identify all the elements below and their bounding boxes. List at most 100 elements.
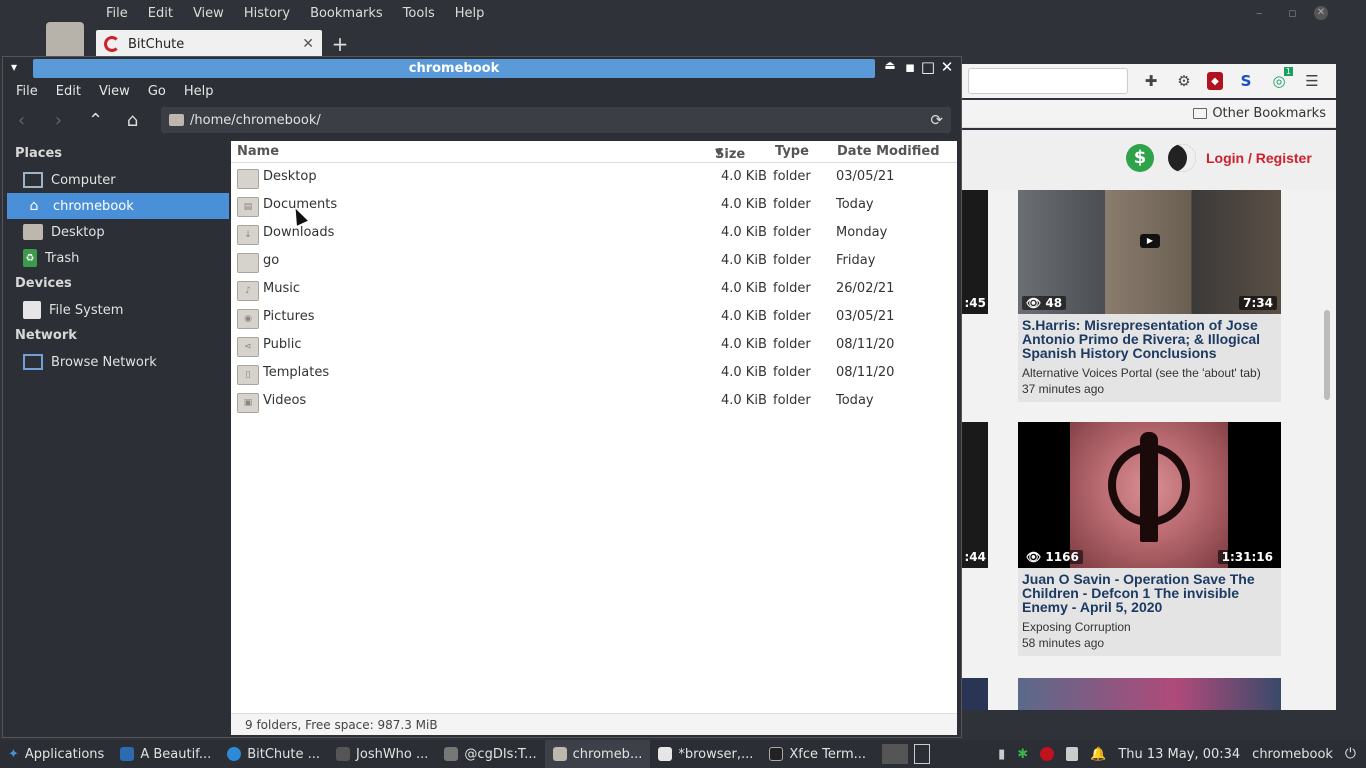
close-icon[interactable]: ✕ bbox=[938, 58, 956, 76]
fm-sidebar: Places Computer ⌂ chromebook Desktop ♻ T… bbox=[7, 141, 229, 735]
video-channel[interactable]: Alternative Voices Portal (see the 'abou… bbox=[1018, 360, 1281, 380]
file-row[interactable]: ▤ Documents 4.0 KiB folder Today bbox=[231, 191, 957, 219]
video-thumbnail[interactable]: 👁 1166 1:31:16 bbox=[1018, 422, 1281, 568]
video-title[interactable]: S.Harris: Misrepresentation of Jose Anto… bbox=[1018, 314, 1281, 360]
video-views: 👁 48 bbox=[1022, 296, 1067, 310]
battery-icon[interactable] bbox=[1066, 747, 1079, 761]
partial-video-thumbnail[interactable]: :45 bbox=[962, 190, 988, 314]
taskbar-item[interactable]: BitChute ... bbox=[219, 740, 328, 768]
fm-menu-go[interactable]: Go bbox=[139, 84, 175, 99]
location-path[interactable]: /home/chromebook/ bbox=[190, 113, 321, 128]
url-bar[interactable] bbox=[968, 68, 1128, 94]
roll-up-icon[interactable]: ⏏ bbox=[881, 58, 899, 72]
refresh-icon[interactable]: ⟳ bbox=[930, 111, 943, 129]
video-title[interactable]: Juan O Savin - Operation Save The Childr… bbox=[1018, 568, 1281, 614]
computer-icon bbox=[23, 172, 43, 188]
browser-menu-edit[interactable]: Edit bbox=[138, 0, 183, 28]
file-type: folder bbox=[773, 337, 811, 352]
file-row[interactable]: go 4.0 KiB folder Friday bbox=[231, 247, 957, 275]
hamburger-menu-icon[interactable]: ☰ bbox=[1302, 71, 1322, 91]
taskbar-item[interactable]: JoshWho ... bbox=[328, 740, 436, 768]
settings-gear-icon[interactable]: ⚙ bbox=[1174, 71, 1194, 91]
window-menu-icon[interactable]: ▾ bbox=[11, 60, 17, 74]
browser-maximize-icon[interactable]: ▫ bbox=[1288, 6, 1297, 21]
tab-bitchute[interactable]: BitChute ✕ bbox=[96, 30, 322, 58]
sidebar-item-desktop[interactable]: Desktop bbox=[7, 219, 229, 245]
video-card[interactable] bbox=[1018, 678, 1281, 710]
column-type[interactable]: Type bbox=[775, 144, 809, 159]
record-icon[interactable] bbox=[1040, 747, 1055, 761]
extension-badge-icon[interactable]: ◎ 1 bbox=[1269, 67, 1293, 91]
login-register-link[interactable]: Login / Register bbox=[1206, 150, 1312, 166]
sidebar-item-trash[interactable]: ♻ Trash bbox=[7, 245, 229, 271]
fm-menu-help[interactable]: Help bbox=[175, 84, 223, 99]
notification-bell-icon[interactable]: 🔔 bbox=[1090, 747, 1106, 762]
workspace-2[interactable] bbox=[914, 744, 931, 764]
minimize-icon[interactable]: ▪ bbox=[901, 58, 919, 76]
video-channel[interactable]: Exposing Corruption bbox=[1018, 614, 1281, 634]
workspace-1[interactable] bbox=[882, 744, 909, 764]
new-tab-button[interactable]: + bbox=[322, 32, 358, 56]
taskbar-item[interactable]: *browser,... bbox=[650, 740, 761, 768]
file-row[interactable]: ▣ Videos 4.0 KiB folder Today bbox=[231, 387, 957, 415]
fm-menu-view[interactable]: View bbox=[90, 84, 139, 99]
taskbar-item[interactable]: Xfce Term... bbox=[761, 740, 874, 768]
browser-minimize-icon[interactable]: – bbox=[1256, 6, 1263, 21]
tab-close-icon[interactable]: ✕ bbox=[302, 36, 314, 52]
browser-menu-view[interactable]: View bbox=[183, 0, 234, 28]
partial-video-thumbnail[interactable]: :44 bbox=[962, 422, 988, 568]
forward-arrow-icon[interactable]: › bbox=[40, 105, 77, 135]
video-card[interactable]: 👁 1166 1:31:16 Juan O Savin - Operation … bbox=[1018, 422, 1281, 656]
clock[interactable]: Thu 13 May, 00:34 bbox=[1118, 747, 1240, 762]
browser-menu-help[interactable]: Help bbox=[445, 0, 495, 28]
sidebar-item-computer[interactable]: Computer bbox=[7, 167, 229, 193]
music-folder-icon: ♪ bbox=[237, 281, 259, 301]
browser-menu-tools[interactable]: Tools bbox=[393, 0, 445, 28]
other-bookmarks-link[interactable]: Other Bookmarks bbox=[1212, 106, 1326, 121]
location-bar[interactable]: /home/chromebook/ ⟳ bbox=[161, 107, 951, 133]
sidebar-item-file-system[interactable]: File System bbox=[7, 297, 229, 323]
file-row[interactable]: ♪ Music 4.0 KiB folder 26/02/21 bbox=[231, 275, 957, 303]
browser-menu-file[interactable]: File bbox=[96, 0, 138, 28]
file-row[interactable]: Desktop 4.0 KiB folder 03/05/21 bbox=[231, 163, 957, 191]
power-icon[interactable]: ⏻ bbox=[1345, 746, 1356, 762]
user-label[interactable]: chromebook bbox=[1252, 747, 1333, 762]
donate-dollar-icon[interactable]: $ bbox=[1126, 144, 1154, 172]
fm-menu-file[interactable]: File bbox=[7, 84, 47, 99]
fm-titlebar[interactable]: ▾ chromebook ⏏ ▪ □ ✕ bbox=[3, 57, 961, 79]
dark-mode-moon-icon[interactable] bbox=[1168, 144, 1196, 172]
extensions-icon[interactable]: ✚ bbox=[1141, 71, 1161, 91]
sidebar-item-browse-network[interactable]: Browse Network bbox=[7, 349, 229, 375]
file-row[interactable]: ▯ Templates 4.0 KiB folder 08/11/20 bbox=[231, 359, 957, 387]
partial-video-thumbnail[interactable] bbox=[962, 678, 988, 710]
browser-close-icon[interactable]: ✕ bbox=[1314, 6, 1328, 20]
back-arrow-icon[interactable]: ‹ bbox=[3, 105, 40, 135]
page-scrollbar[interactable] bbox=[1324, 310, 1330, 400]
applications-menu-button[interactable]: ✦ Applications bbox=[0, 740, 112, 768]
parent-folder-icon[interactable]: ⌃ bbox=[77, 105, 114, 135]
file-row[interactable]: ↓ Downloads 4.0 KiB folder Monday bbox=[231, 219, 957, 247]
home-icon[interactable]: ⌂ bbox=[114, 105, 151, 135]
column-name[interactable]: Name bbox=[237, 144, 279, 159]
ublock-icon[interactable]: ◆ bbox=[1207, 72, 1223, 90]
maximize-icon[interactable]: □ bbox=[919, 58, 937, 76]
file-row[interactable]: ⋖ Public 4.0 KiB folder 08/11/20 bbox=[231, 331, 957, 359]
workspace-switcher[interactable] bbox=[874, 740, 938, 768]
videos-folder-icon: ▣ bbox=[237, 393, 259, 413]
fm-menu-edit[interactable]: Edit bbox=[47, 84, 90, 99]
browser-menu-bookmarks[interactable]: Bookmarks bbox=[300, 0, 393, 28]
sidebar-item-chromebook[interactable]: ⌂ chromebook bbox=[7, 193, 229, 219]
video-card[interactable]: ▶ 👁 48 7:34 S.Harris: Misrepresentation … bbox=[1018, 190, 1281, 402]
taskbar-item[interactable]: @cgDIs:T... bbox=[436, 740, 544, 768]
column-date-modified[interactable]: Date Modified bbox=[837, 144, 940, 159]
bluetooth-icon[interactable]: ✱ bbox=[1017, 747, 1028, 762]
home-folder-desktop-icon[interactable] bbox=[46, 22, 84, 60]
taskbar-item[interactable]: chromeb... bbox=[544, 740, 651, 768]
browser-menu-history[interactable]: History bbox=[234, 0, 300, 28]
taskbar-item[interactable]: A Beautif... bbox=[112, 740, 219, 768]
file-name: Public bbox=[263, 337, 302, 352]
file-row[interactable]: ◉ Pictures 4.0 KiB folder 03/05/21 bbox=[231, 303, 957, 331]
network-signal-icon[interactable]: ▮ bbox=[998, 747, 1005, 762]
s-extension-icon[interactable]: S bbox=[1236, 71, 1256, 91]
video-thumbnail[interactable]: ▶ 👁 48 7:34 bbox=[1018, 190, 1281, 314]
